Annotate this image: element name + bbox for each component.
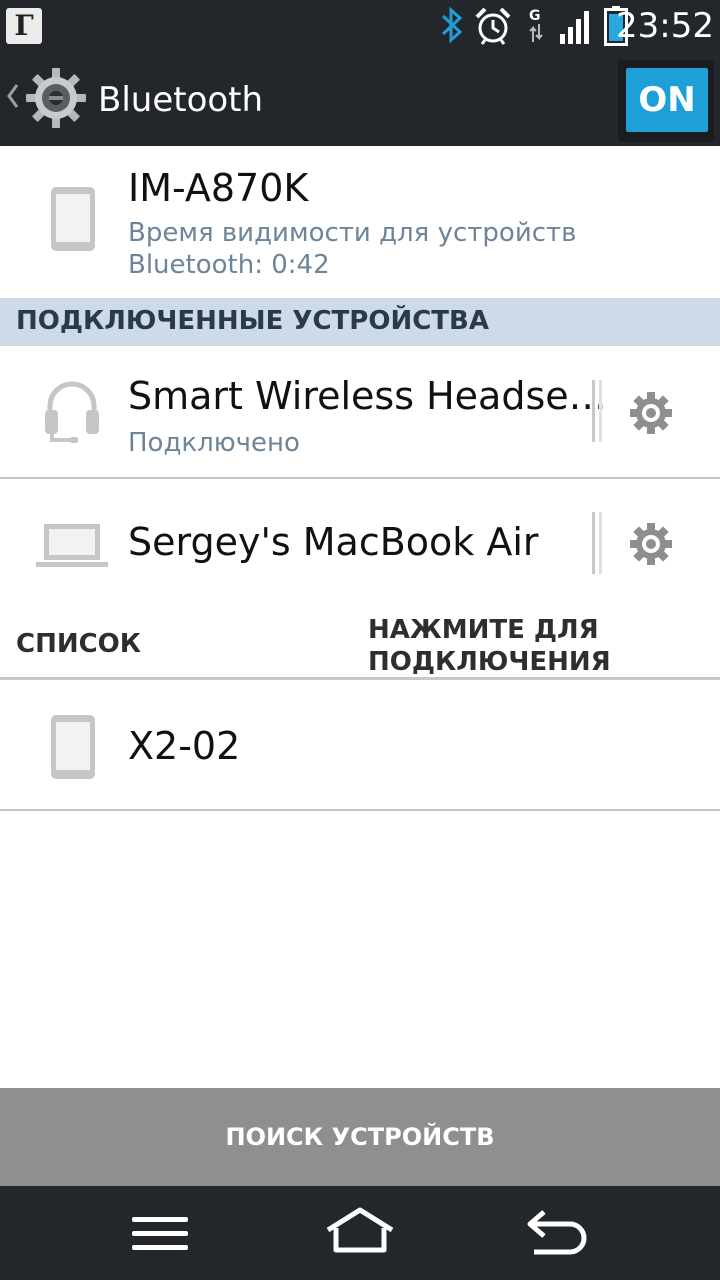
device-status: Подключено [128,428,300,458]
toggle-on-label: ON [626,68,708,132]
section-header-label: ПОДКЛЮЧЕННЫЕ УСТРОЙСТВА [16,306,489,336]
list-header-right-line2: ПОДКЛЮЧЕНИЯ [368,647,611,677]
phone-icon [51,715,95,779]
row-divider [592,512,595,574]
device-row-macbook[interactable]: Sergey's MacBook Air [0,480,720,610]
device-settings-gear-icon[interactable] [629,391,673,435]
bluetooth-icon [441,6,463,44]
row-divider [592,380,595,442]
page-title: Bluetooth [98,80,264,120]
notification-icon: Г [6,8,42,44]
row-separator [0,477,720,479]
action-bar: Bluetooth ON [0,52,720,146]
data-arrows-icon [529,24,543,42]
navigation-bar [0,1186,720,1280]
row-divider [599,380,602,442]
status-bar: Г G 23:52 [0,0,720,52]
clock: 23:52 [616,6,714,46]
device-name: Sergey's MacBook Air [128,520,539,564]
visibility-text-line1: Время видимости для устройств [128,218,577,248]
menu-icon[interactable] [130,1214,190,1254]
row-divider [599,512,602,574]
device-row-x2-02[interactable]: X2-02 [0,680,720,810]
network-type-label: G [529,8,541,24]
headset-icon [45,381,99,443]
visibility-text-line2: Bluetooth: 0:42 [128,250,330,280]
device-name: IM-A870K [128,166,309,210]
signal-icon [560,11,589,44]
back-icon[interactable] [526,1208,592,1256]
settings-gear-icon[interactable] [24,66,88,130]
device-row-headset[interactable]: Smart Wireless Headse… Подключено [0,346,720,478]
device-name: X2-02 [128,724,241,768]
phone-icon [51,187,95,251]
laptop-icon [36,524,108,567]
device-settings-gear-icon[interactable] [629,522,673,566]
connected-devices-header: ПОДКЛЮЧЕННЫЕ УСТРОЙСТВА [0,298,720,346]
alarm-icon [475,7,511,45]
bluetooth-toggle[interactable]: ON [618,60,714,142]
list-header-right-line1: НАЖМИТЕ ДЛЯ [368,615,599,645]
this-device-row[interactable]: IM-A870K Время видимости для устройств B… [0,146,720,298]
device-name: Smart Wireless Headse… [128,374,607,418]
home-icon[interactable] [324,1206,396,1254]
list-header-left: СПИСОК [16,629,142,659]
back-chevron-icon[interactable] [6,82,20,110]
row-separator [0,809,720,811]
search-devices-button[interactable]: ПОИСК УСТРОЙСТВ [0,1088,720,1186]
